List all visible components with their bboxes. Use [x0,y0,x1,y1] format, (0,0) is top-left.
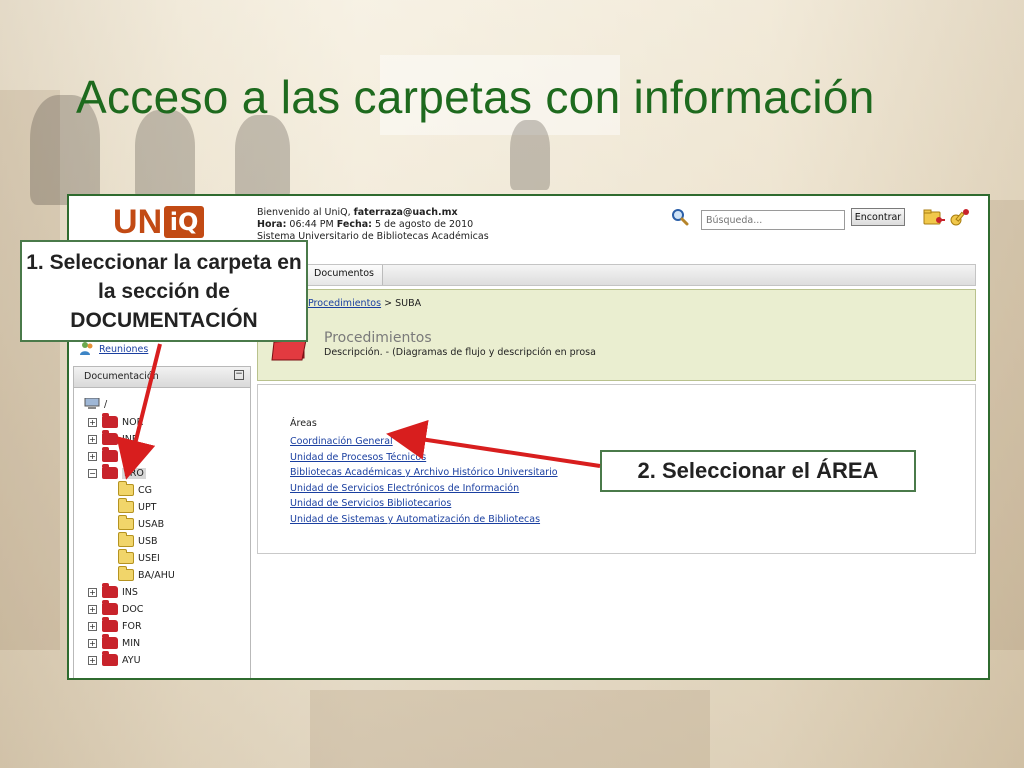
tree-subfolder-ba-ahu[interactable]: BA/AHU [118,566,175,583]
yellow-folder-icon [118,566,134,581]
search-input[interactable] [701,210,845,230]
tree-subfolder-usab[interactable]: USAB [118,515,164,532]
red-folder-icon [102,413,118,428]
area-link-servicios-bibliotecarios[interactable]: Unidad de Servicios Bibliotecarios [290,496,558,512]
folder-tree: / + NOR + INF + ARN − PRO CG UPT USAB US… [73,388,251,678]
procedure-panel: Procedimientos > SUBA Procedimientos Des… [257,289,976,381]
background-floor [310,690,710,768]
expand-icon[interactable]: + [88,451,97,461]
search-button[interactable]: Encontrar [851,208,905,226]
background-person [235,115,290,200]
tree-subfolder-upt[interactable]: UPT [118,498,157,515]
red-folder-icon [102,634,118,649]
area-link-coordinacion-general[interactable]: Coordinación General [290,434,558,450]
tree-folder-pro[interactable]: − PRO [88,464,146,481]
red-folder-icon [102,617,118,632]
area-link-servicios-electronicos[interactable]: Unidad de Servicios Electrónicos de Info… [290,481,558,497]
yellow-folder-icon [118,532,134,547]
tree-subfolder-usei[interactable]: USEI [118,549,160,566]
callout-step-1: 1. Seleccionar la carpeta en la sección … [20,240,308,342]
tree-folder-nor[interactable]: + NOR [88,413,143,430]
expand-icon[interactable]: + [88,604,97,614]
expand-icon[interactable]: + [88,587,97,597]
tree-folder-doc[interactable]: + DOC [88,600,143,617]
yellow-folder-icon [118,498,134,513]
tree-folder-ayu[interactable]: + AYU [88,651,141,668]
red-folder-icon [102,651,118,666]
yellow-folder-icon [118,481,134,496]
folder-key-icon[interactable] [923,206,945,228]
breadcrumb: Procedimientos > SUBA [308,298,422,309]
tree-subfolder-cg[interactable]: CG [118,481,152,498]
tab-bar: Documentos [255,264,976,286]
tree-subfolder-usb[interactable]: USB [118,532,158,549]
tree-folder-for[interactable]: + FOR [88,617,142,634]
reuniones-link[interactable]: Reuniones [99,344,148,355]
expand-icon[interactable]: + [88,655,97,665]
background-shelf-right [990,200,1024,650]
expand-icon[interactable]: + [88,417,97,427]
expand-icon[interactable]: + [88,434,97,444]
area-link-sistemas-automatizacion[interactable]: Unidad de Sistemas y Automatización de B… [290,512,558,528]
red-folder-icon [102,430,118,445]
slide-title: Acceso a las carpetas con información [76,71,875,123]
procedure-description: Descripción. - (Diagramas de flujo y des… [324,347,596,358]
collapse-icon[interactable]: − [88,468,97,478]
computer-icon [84,398,100,409]
welcome-text: Bienvenido al UniQ, faterraza@uach.mx Ho… [257,207,489,242]
left-sidebar: Reuniones Documentación − / + NOR + INF [73,340,251,678]
collapse-icon[interactable]: − [234,370,244,380]
uniq-logo: U N iQ [113,203,221,241]
tree-folder-inf[interactable]: + INF [88,430,137,447]
areas-heading: Áreas [290,418,317,429]
tree-folder-arn[interactable]: + ARN [88,447,142,464]
key-icon[interactable] [949,206,971,228]
area-link-bibliotecas-academicas[interactable]: Bibliotecas Académicas y Archivo Históri… [290,465,558,481]
red-folder-icon [102,464,118,479]
tree-folder-ins[interactable]: + INS [88,583,138,600]
search-icon[interactable] [671,208,689,226]
area-link-procesos-tecnicos[interactable]: Unidad de Procesos Técnicos [290,450,558,466]
red-folder-icon [102,600,118,615]
areas-list: Coordinación General Unidad de Procesos … [290,434,558,528]
yellow-folder-icon [118,549,134,564]
procedure-title: Procedimientos [324,330,432,346]
yellow-folder-icon [118,515,134,530]
tree-folder-min[interactable]: + MIN [88,634,140,651]
expand-icon[interactable]: + [88,638,97,648]
breadcrumb-link-procedimientos[interactable]: Procedimientos [308,298,381,309]
callout-step-2: 2. Seleccionar el ÁREA [600,450,916,492]
background-person [510,120,550,190]
tree-root[interactable]: / [84,396,107,412]
red-folder-icon [102,583,118,598]
expand-icon[interactable]: + [88,621,97,631]
red-folder-icon [102,447,118,462]
documentacion-header: Documentación − [73,366,251,388]
user-group-icon [80,342,93,355]
